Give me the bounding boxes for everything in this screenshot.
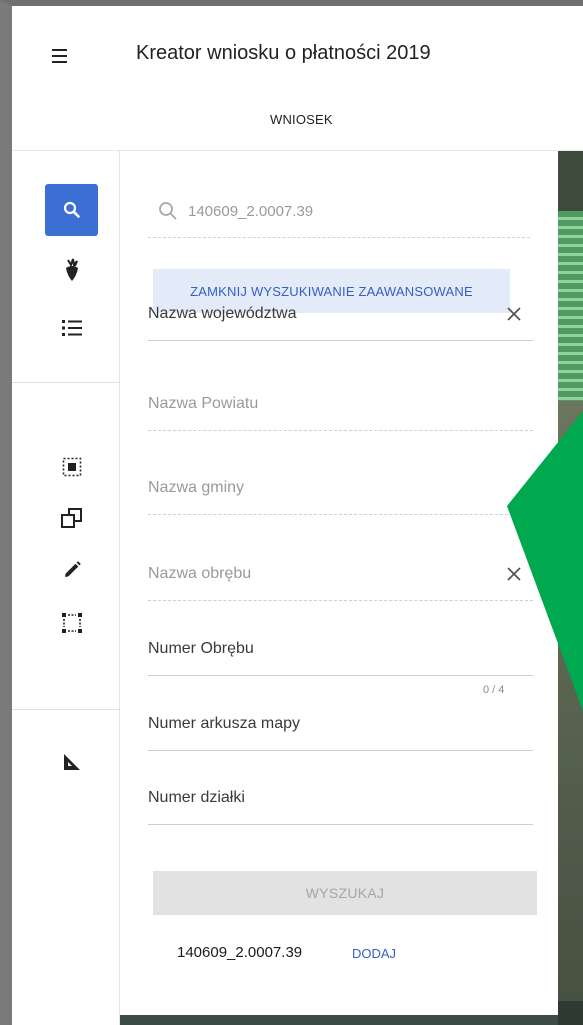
gmina-field[interactable]: Nazwa gminy	[148, 465, 533, 515]
search-value: 140609_2.0007.39	[188, 203, 314, 220]
gmina-label: Nazwa gminy	[148, 479, 245, 496]
rail-divider	[12, 382, 120, 383]
menu-icon[interactable]	[48, 43, 74, 69]
select-square-icon	[62, 457, 81, 477]
app-header: Kreator wniosku o płatności 2019 WNIOSEK	[12, 6, 583, 151]
search-icon	[159, 202, 177, 220]
pencil-icon	[64, 561, 81, 577]
powiat-label: Nazwa Powiatu	[148, 395, 259, 412]
copy-shape-icon	[60, 508, 82, 528]
search-panel: 140609_2.0007.39 ZAMKNIJ WYSZUKIWANIE ZA…	[120, 151, 558, 1025]
pointer-arrow-icon	[507, 411, 583, 711]
ruler-triangle-icon	[63, 754, 80, 770]
app-title: Kreator wniosku o płatności 2019	[136, 42, 431, 64]
obreb-name-field[interactable]: Nazwa obrębu	[148, 551, 533, 601]
measure-tool-button[interactable]	[45, 736, 98, 788]
arkusz-field[interactable]: Numer arkusza mapy	[148, 701, 533, 751]
app: Kreator wniosku o płatności 2019 WNIOSEK	[12, 6, 583, 1025]
crops-tool-button[interactable]	[45, 244, 98, 296]
arkusz-label: Numer arkusza mapy	[148, 715, 301, 732]
search-icon	[63, 201, 80, 218]
obreb-number-label: Numer Obrębu	[148, 640, 254, 657]
rail-divider	[12, 709, 120, 710]
obreb-name-label: Nazwa obrębu	[148, 565, 252, 582]
add-result-link[interactable]: DODAJ	[352, 946, 396, 961]
list-tool-button[interactable]	[45, 302, 98, 354]
map-edge	[120, 1015, 558, 1025]
search-input[interactable]: 140609_2.0007.39	[148, 191, 530, 238]
close-icon[interactable]	[505, 305, 523, 323]
obreb-number-field[interactable]: Numer Obrębu	[148, 626, 533, 676]
tab-wniosek[interactable]: WNIOSEK	[270, 112, 333, 127]
result-id: 140609_2.0007.39	[177, 944, 303, 961]
bounding-box-icon	[61, 613, 82, 633]
bbox-tool-button[interactable]	[45, 597, 98, 649]
dzialka-field[interactable]: Numer działki	[148, 775, 533, 825]
search-button[interactable]: WYSZUKAJ	[153, 871, 537, 915]
wojewodztwo-label: Nazwa województwa	[148, 305, 297, 322]
dzialka-label: Numer działki	[148, 789, 245, 806]
powiat-field[interactable]: Nazwa Powiatu	[148, 381, 533, 431]
copy-tool-button[interactable]	[45, 492, 98, 544]
beet-icon	[65, 258, 78, 281]
character-counter: 0 / 4	[483, 684, 505, 696]
wojewodztwo-field[interactable]: Nazwa województwa	[148, 291, 533, 341]
tool-rail	[12, 151, 120, 1025]
select-tool-button[interactable]	[45, 441, 98, 493]
draw-tool-button[interactable]	[45, 544, 98, 596]
search-tool-button[interactable]	[45, 184, 98, 236]
list-icon	[61, 320, 82, 336]
